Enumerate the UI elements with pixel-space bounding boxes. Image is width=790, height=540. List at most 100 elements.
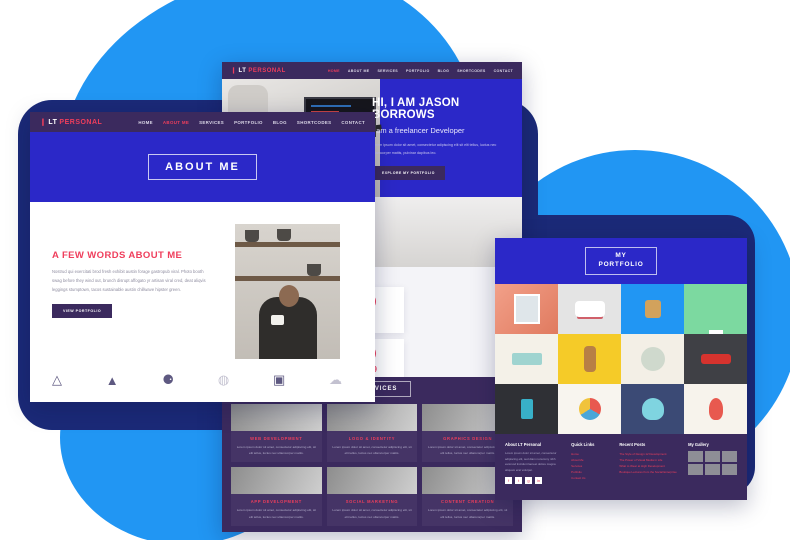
portfolio-tile-yellow-deer[interactable] xyxy=(558,334,621,384)
about-text-block: A FEW WORDS ABOUT ME Nostrud qui exercit… xyxy=(52,250,217,319)
footer-gallery-column: My Gallery xyxy=(688,442,737,492)
menu-item-shortcodes[interactable]: SHORTCODES xyxy=(457,69,485,73)
service-card[interactable]: WEB DEVELOPMENT Lorem ipsum dolor sit am… xyxy=(231,404,322,463)
photo-shelf-top xyxy=(235,242,340,247)
cloud-icon: ☁ xyxy=(329,372,342,387)
service-title: LOGO & IDENTITY xyxy=(348,436,396,441)
google-icon[interactable]: g xyxy=(525,477,532,485)
menu-item-blog[interactable]: BLOG xyxy=(273,120,287,125)
gallery-thumb[interactable] xyxy=(722,464,737,475)
site-logo[interactable]: ❙ LT PERSONAL xyxy=(231,67,286,75)
logo-tick-icon: ❙ xyxy=(40,119,47,126)
about-menu[interactable]: HOME ABOUT ME SERVICES PORTFOLIO BLOG SH… xyxy=(138,120,365,125)
photo-person-head xyxy=(279,285,299,307)
portfolio-tile-vending-machine[interactable] xyxy=(495,334,558,384)
menu-item-services[interactable]: SERVICES xyxy=(199,120,224,125)
service-text: Lorem ipsum dolor sit amet, consectetur … xyxy=(332,445,412,456)
tech-logos-row: △ ▲ ⚈ ◍ ▣ ☁ xyxy=(52,372,342,388)
service-card[interactable]: APP DEVELOPMENT Lorem ipsum dolor sit am… xyxy=(231,467,322,526)
service-title: APP DEVELOPMENT xyxy=(250,499,302,505)
view-portfolio-button[interactable]: VIEW PORTFOLIO xyxy=(52,304,113,319)
menu-item-about[interactable]: ABOUT ME xyxy=(348,69,370,73)
footer-about-heading: About LT Personal xyxy=(505,442,542,447)
menu-item-contact[interactable]: CONTACT xyxy=(494,69,513,73)
footer-about-text: Lorem ipsum dolor sit amet, consectetur … xyxy=(505,451,557,472)
portfolio-tile-color-circle[interactable] xyxy=(558,384,621,434)
menu-item-contact[interactable]: CONTACT xyxy=(341,120,365,125)
js-icon: ▣ xyxy=(272,372,286,387)
logo-lt-text: LT xyxy=(48,118,58,126)
service-image xyxy=(231,404,322,431)
service-image xyxy=(231,467,322,495)
gallery-thumb[interactable] xyxy=(722,451,737,462)
footer-post[interactable]: Boutique Lectures from the Social Enterp… xyxy=(619,469,681,475)
portfolio-tile-deer[interactable] xyxy=(621,284,684,334)
gallery-thumb[interactable] xyxy=(705,464,721,475)
service-title: WEB DEVELOPMENT xyxy=(250,436,303,441)
facebook-icon[interactable]: f xyxy=(505,477,512,485)
portfolio-tile-phone-hand[interactable] xyxy=(495,384,558,434)
portfolio-title-line2: PORTFOLIO xyxy=(598,261,644,268)
linkedin-icon[interactable]: in xyxy=(535,477,542,485)
menu-item-blog[interactable]: BLOG xyxy=(438,69,450,73)
screenshot-stage: ❙ LT PERSONAL HOME ABOUT ME SERVICES POR… xyxy=(0,0,790,540)
portfolio-tile-squid[interactable] xyxy=(621,384,684,434)
about-page-mockup[interactable]: ❙ LT PERSONAL HOME ABOUT ME SERVICES POR… xyxy=(30,112,375,402)
menu-item-shortcodes[interactable]: SHORTCODES xyxy=(297,120,331,125)
footer-posts-column: Recent Posts The Style of Design 12 Deve… xyxy=(619,442,681,492)
service-title: CONTENT CREATION xyxy=(441,499,495,505)
site-logo[interactable]: ❙ LT PERSONAL xyxy=(40,118,102,127)
menu-item-home[interactable]: HOME xyxy=(138,120,153,125)
logo-lt-text: LT xyxy=(238,67,247,74)
portfolio-title: MY PORTFOLIO xyxy=(585,247,657,275)
hero-paragraph: Lorem ipsum dolor sit amet, consectetur … xyxy=(372,143,497,155)
portfolio-header: MY PORTFOLIO xyxy=(495,238,747,284)
service-text: Lorem ipsum dolor sit amet, consectetur … xyxy=(428,508,508,519)
portfolio-grid xyxy=(495,284,747,434)
about-section-title: A FEW WORDS ABOUT ME xyxy=(52,250,183,261)
gallery-thumb[interactable] xyxy=(705,451,721,462)
html5-icon: ▲ xyxy=(105,372,119,388)
explore-portfolio-button[interactable]: EXPLORE MY PORTFOLIO xyxy=(372,165,445,180)
photo-plant xyxy=(307,264,321,276)
portfolio-page-mockup[interactable]: MY PORTFOLIO About LT Personal Lorem ips… xyxy=(495,238,747,500)
footer-links-heading: Quick Links xyxy=(571,442,595,447)
menu-item-portfolio[interactable]: PORTFOLIO xyxy=(234,120,263,125)
css3-icon: △ xyxy=(52,372,62,387)
service-card[interactable]: LOGO & IDENTITY Lorem ipsum dolor sit am… xyxy=(326,404,418,463)
home-navbar: ❙ LT PERSONAL HOME ABOUT ME SERVICES POR… xyxy=(222,62,522,79)
menu-item-home[interactable]: HOME xyxy=(328,69,340,73)
hero-copy: HI, I AM JASON BORROWS I am a freelancer… xyxy=(372,97,520,180)
menu-item-portfolio[interactable]: PORTFOLIO xyxy=(406,69,430,73)
menu-item-about[interactable]: ABOUT ME xyxy=(163,120,189,125)
logo-tick-icon: ❙ xyxy=(231,68,237,74)
page-title: ABOUT ME xyxy=(148,154,257,180)
portfolio-tile-flame[interactable] xyxy=(684,384,747,434)
service-card[interactable]: SOCIAL MARKETING Lorem ipsum dolor sit a… xyxy=(326,467,418,526)
gallery-thumb[interactable] xyxy=(688,464,704,475)
service-title: SOCIAL MARKETING xyxy=(345,499,399,505)
about-portrait-photo xyxy=(235,224,340,359)
gallery-thumb[interactable] xyxy=(688,451,704,462)
portfolio-tile-ice-cream-truck[interactable] xyxy=(558,284,621,334)
footer-link[interactable]: Contact Us xyxy=(571,475,612,481)
hero-subtitle: I am a freelancer Developer xyxy=(372,126,465,135)
services-grid: WEB DEVELOPMENT Lorem ipsum dolor sit am… xyxy=(222,404,522,526)
photo-coffee-cup xyxy=(271,315,284,325)
portfolio-tile-green-board[interactable] xyxy=(684,284,747,334)
menu-item-services[interactable]: SERVICES xyxy=(377,69,398,73)
footer-gallery-heading: My Gallery xyxy=(688,442,709,447)
portfolio-tile-swiss-knife[interactable] xyxy=(684,334,747,384)
twitter-icon[interactable]: t xyxy=(515,477,522,485)
about-hero-band: ABOUT ME xyxy=(30,132,375,202)
photo-shelf-bottom xyxy=(235,276,340,281)
home-menu[interactable]: HOME ABOUT ME SERVICES PORTFOLIO BLOG SH… xyxy=(328,69,513,73)
footer-social-row[interactable]: f t g in xyxy=(505,477,564,485)
php-icon: ◍ xyxy=(217,372,230,387)
footer-gallery-grid[interactable] xyxy=(688,451,737,475)
about-navbar: ❙ LT PERSONAL HOME ABOUT ME SERVICES POR… xyxy=(30,112,375,132)
portfolio-tile-window-laptop[interactable] xyxy=(495,284,558,334)
service-text: Lorem ipsum dolor sit amet, consectetur … xyxy=(236,445,316,456)
portfolio-tile-lamp[interactable] xyxy=(621,334,684,384)
photo-plant xyxy=(277,229,291,241)
